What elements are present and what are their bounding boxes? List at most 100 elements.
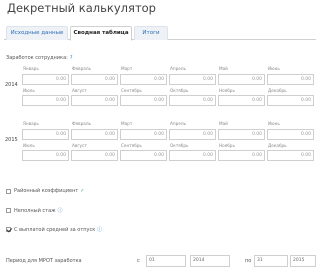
month-label: Август <box>72 88 87 93</box>
date-from-day[interactable]: 01 <box>146 255 186 267</box>
month-cell: Январь 0.00 <box>22 66 71 88</box>
month-cell: Январь 0.00 <box>22 121 71 143</box>
month-earnings-input[interactable]: 0.00 <box>22 150 69 161</box>
option-with-payment[interactable]: С выплатой средней за отпуск ⓘ <box>6 226 102 233</box>
regional-coefficient-label: Районный коэффициент <box>14 188 79 194</box>
month-label: Декабрь <box>268 88 287 93</box>
check-icon: ✓ <box>80 188 85 194</box>
earnings-label-text: Заработок сотрудника: <box>6 55 68 61</box>
month-earnings-input[interactable]: 0.00 <box>218 150 265 161</box>
month-earnings-input[interactable]: 0.00 <box>22 95 69 106</box>
month-earnings-input[interactable]: 0.00 <box>71 74 118 85</box>
month-earnings-input[interactable]: 0.00 <box>22 129 69 140</box>
period-to-label: по <box>245 258 252 264</box>
month-earnings-input[interactable]: 0.00 <box>169 129 216 140</box>
help-icon[interactable]: ? <box>70 55 73 61</box>
month-earnings-input[interactable]: 0.00 <box>22 74 69 85</box>
month-label: Май <box>219 66 228 71</box>
month-label: Август <box>72 143 87 148</box>
partial-experience-checkbox[interactable] <box>6 208 11 213</box>
month-label: Апрель <box>170 66 186 71</box>
month-label: Январь <box>23 66 39 71</box>
month-cell: Февраль 0.00 <box>71 66 120 88</box>
month-label: Ноябрь <box>219 143 235 148</box>
month-earnings-input[interactable]: 0.00 <box>120 129 167 140</box>
period-from-label: с <box>137 258 140 264</box>
month-label: Июль <box>23 88 35 93</box>
month-cell: Сентябрь 0.00 <box>120 88 169 110</box>
month-earnings-input[interactable]: 0.00 <box>120 150 167 161</box>
month-cell: Июнь 0.00 <box>267 66 316 88</box>
month-label: Февраль <box>72 66 92 71</box>
month-earnings-input[interactable]: 0.00 <box>218 129 265 140</box>
earnings-section-label: Заработок сотрудника:? <box>6 55 73 61</box>
month-earnings-input[interactable]: 0.00 <box>267 150 314 161</box>
regional-coefficient-checkbox[interactable] <box>6 188 11 194</box>
month-earnings-input[interactable]: 0.00 <box>169 150 216 161</box>
month-cell: Август 0.00 <box>71 88 120 110</box>
partial-experience-label: Неполный стаж <box>14 207 56 214</box>
tab-summary-table[interactable]: Сводная таблица <box>70 26 132 41</box>
month-cell: Март 0.00 <box>120 121 169 143</box>
month-earnings-input[interactable]: 0.00 <box>169 74 216 85</box>
month-earnings-input[interactable]: 0.00 <box>218 74 265 85</box>
month-label: Март <box>121 66 133 71</box>
month-cell: Февраль 0.00 <box>71 121 120 143</box>
period-row: Период для МРОТ заработка с 01 2014 по 3… <box>0 255 320 269</box>
month-cell: Декабрь 0.00 <box>267 143 316 165</box>
with-payment-checkbox[interactable] <box>6 227 11 232</box>
month-cell: Декабрь 0.00 <box>267 88 316 110</box>
month-cell: Ноябрь 0.00 <box>218 143 267 165</box>
month-cell: Май 0.00 <box>218 121 267 143</box>
with-payment-label: С выплатой средней за отпуск <box>14 226 96 233</box>
date-from-year[interactable]: 2014 <box>190 255 230 267</box>
month-label: Апрель <box>170 121 186 126</box>
month-cell: Март 0.00 <box>120 66 169 88</box>
month-cell: Октябрь 0.00 <box>169 143 218 165</box>
month-earnings-input[interactable]: 0.00 <box>120 74 167 85</box>
month-earnings-input[interactable]: 0.00 <box>267 74 314 85</box>
month-label: Июль <box>23 143 35 148</box>
month-label: Июнь <box>268 66 280 71</box>
month-earnings-input[interactable]: 0.00 <box>71 95 118 106</box>
month-cell: Апрель 0.00 <box>169 66 218 88</box>
page-title: Декретный калькулятор <box>7 1 156 15</box>
tab-totals[interactable]: Итоги <box>134 26 168 40</box>
period-label: Период для МРОТ заработка <box>6 258 82 264</box>
month-label: Ноябрь <box>219 88 235 93</box>
month-label: Октябрь <box>170 88 189 93</box>
month-cell: Октябрь 0.00 <box>169 88 218 110</box>
tab-bar: Исходные данные Сводная таблица Итоги <box>4 26 316 41</box>
tab-source-data[interactable]: Исходные данные <box>6 26 68 40</box>
year-label: 2015 <box>5 137 18 143</box>
month-label: Октябрь <box>170 143 189 148</box>
month-earnings-input[interactable]: 0.00 <box>71 150 118 161</box>
option-regional-coefficient[interactable]: Районный коэффициент ✓ <box>6 188 84 194</box>
month-cell: Апрель 0.00 <box>169 121 218 143</box>
month-earnings-input[interactable]: 0.00 <box>120 95 167 106</box>
info-icon[interactable]: ⓘ <box>58 207 63 214</box>
month-label: Сентябрь <box>121 143 142 148</box>
month-label: Июнь <box>268 121 280 126</box>
month-earnings-input[interactable]: 0.00 <box>71 129 118 140</box>
option-partial-experience[interactable]: Неполный стаж ⓘ <box>6 207 63 214</box>
month-label: Март <box>121 121 133 126</box>
month-earnings-input[interactable]: 0.00 <box>169 95 216 106</box>
month-earnings-input[interactable]: 0.00 <box>267 95 314 106</box>
month-label: Февраль <box>72 121 92 126</box>
month-cell: Ноябрь 0.00 <box>218 88 267 110</box>
month-earnings-input[interactable]: 0.00 <box>267 129 314 140</box>
month-earnings-input[interactable]: 0.00 <box>218 95 265 106</box>
date-to-year[interactable]: 2015 <box>290 255 316 267</box>
month-label: Январь <box>23 121 39 126</box>
month-cell: Июнь 0.00 <box>267 121 316 143</box>
month-cell: Август 0.00 <box>71 143 120 165</box>
month-cell: Июль 0.00 <box>22 88 71 110</box>
date-to-day[interactable]: 31 <box>254 255 288 267</box>
month-cell: Сентябрь 0.00 <box>120 143 169 165</box>
month-label: Май <box>219 121 228 126</box>
month-cell: Июль 0.00 <box>22 143 71 165</box>
year-label: 2014 <box>5 82 18 88</box>
month-label: Декабрь <box>268 143 287 148</box>
info-icon[interactable]: ⓘ <box>97 226 102 233</box>
